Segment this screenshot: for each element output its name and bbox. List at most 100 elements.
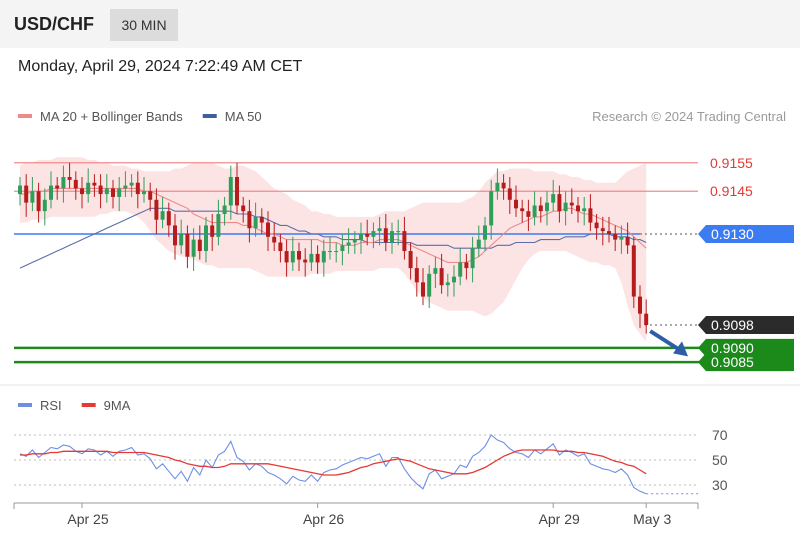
candle-body: [365, 233, 370, 237]
candle-body: [67, 177, 72, 180]
candle-body: [452, 276, 456, 283]
candle-body: [24, 185, 29, 203]
candle-body: [228, 177, 233, 206]
candle-body: [18, 185, 22, 195]
candle-body: [117, 188, 122, 197]
candle-body: [272, 236, 277, 243]
candle-body: [185, 233, 190, 257]
candle-body: [222, 205, 227, 215]
candle-body: [241, 205, 246, 212]
candle-body: [86, 182, 91, 195]
candle-body: [464, 262, 469, 269]
credit-text: Research © 2024 Trading Central: [592, 109, 786, 124]
candle-body: [352, 239, 357, 243]
candle-body: [514, 199, 518, 209]
candle-body: [210, 225, 215, 237]
candle-body: [55, 185, 60, 189]
candle-body: [408, 251, 413, 269]
candle-body: [30, 191, 35, 203]
candle-body: [377, 228, 382, 232]
candle-body: [557, 194, 562, 212]
candle-body: [613, 233, 618, 240]
legend-rsi-ma: 9MA: [104, 398, 131, 413]
candle-body: [631, 245, 636, 297]
legend-swatch: [18, 114, 32, 118]
candle-body: [607, 231, 611, 234]
candle-body: [111, 188, 115, 197]
candle-body: [266, 222, 270, 237]
rsi-tick-label: 70: [712, 427, 728, 443]
level-label-0.9145: 0.9145: [710, 183, 753, 199]
candle-body: [644, 313, 649, 326]
candle-body: [359, 233, 363, 240]
candle-body: [92, 182, 97, 186]
legend-swatch: [202, 114, 217, 118]
candle-body: [334, 251, 339, 253]
candle-body: [321, 251, 326, 263]
legend-swatch: [81, 403, 96, 407]
candle-body: [148, 191, 153, 200]
candle-body: [433, 268, 438, 274]
candle-body: [507, 188, 512, 200]
candle-body: [520, 208, 525, 212]
candle-body: [594, 222, 599, 229]
candle-body: [402, 231, 407, 252]
bollinger-band-area: [20, 157, 647, 343]
candle-body: [73, 179, 78, 189]
candle-body: [476, 239, 481, 249]
candle-body: [173, 225, 177, 246]
candle-body: [278, 242, 283, 252]
legend-rsi: RSI: [40, 398, 62, 413]
candle-body: [383, 228, 388, 243]
candle-body: [458, 262, 463, 277]
candle-body: [563, 202, 568, 212]
candle-body: [303, 259, 308, 263]
candle-body: [340, 245, 345, 252]
candle-body: [526, 211, 531, 217]
candle-body: [576, 205, 580, 212]
candle-body: [204, 225, 208, 252]
candle-body: [290, 251, 295, 263]
candle-body: [235, 177, 239, 206]
candle-body: [489, 191, 494, 226]
level-label-0.9130: 0.9130: [711, 226, 754, 242]
candle-body: [625, 236, 630, 246]
legend-swatch: [18, 403, 32, 407]
rsi-tick-label: 50: [712, 452, 728, 468]
candle-body: [80, 188, 84, 195]
candle-body: [638, 296, 642, 314]
candle-body: [61, 177, 66, 189]
candle-body: [371, 231, 376, 237]
candle-body: [346, 242, 351, 246]
candle-body: [532, 205, 537, 217]
x-tick-label: Apr 29: [539, 511, 580, 527]
candle-body: [197, 239, 202, 252]
candle-body: [328, 251, 332, 253]
x-tick-label: Apr 26: [303, 511, 344, 527]
candle-body: [297, 251, 301, 260]
candle-body: [49, 185, 53, 200]
candle-body: [396, 231, 401, 233]
rsi-ma-line: [20, 449, 647, 476]
candle-body: [253, 216, 258, 229]
candle-body: [179, 233, 184, 246]
candle-body: [191, 239, 196, 257]
candle-body: [445, 282, 450, 286]
candle-body: [123, 185, 128, 189]
candle-body: [216, 214, 221, 237]
candle-body: [98, 185, 103, 195]
chart-area: MA 20 + Bollinger Bands MA 50 Research © 2…: [0, 109, 800, 527]
candle-body: [439, 268, 444, 286]
candle-body: [470, 248, 475, 269]
candle-body: [129, 182, 134, 186]
candle-body: [160, 211, 165, 220]
candle-body: [36, 191, 41, 212]
candle-body: [582, 208, 587, 212]
x-tick-label: Apr 25: [67, 511, 108, 527]
candle-body: [309, 253, 314, 263]
candle-body: [284, 251, 289, 263]
candle-body: [495, 182, 500, 192]
level-label-0.9085: 0.9085: [711, 354, 754, 370]
rsi-line: [19, 434, 647, 495]
candle-body: [538, 205, 543, 212]
